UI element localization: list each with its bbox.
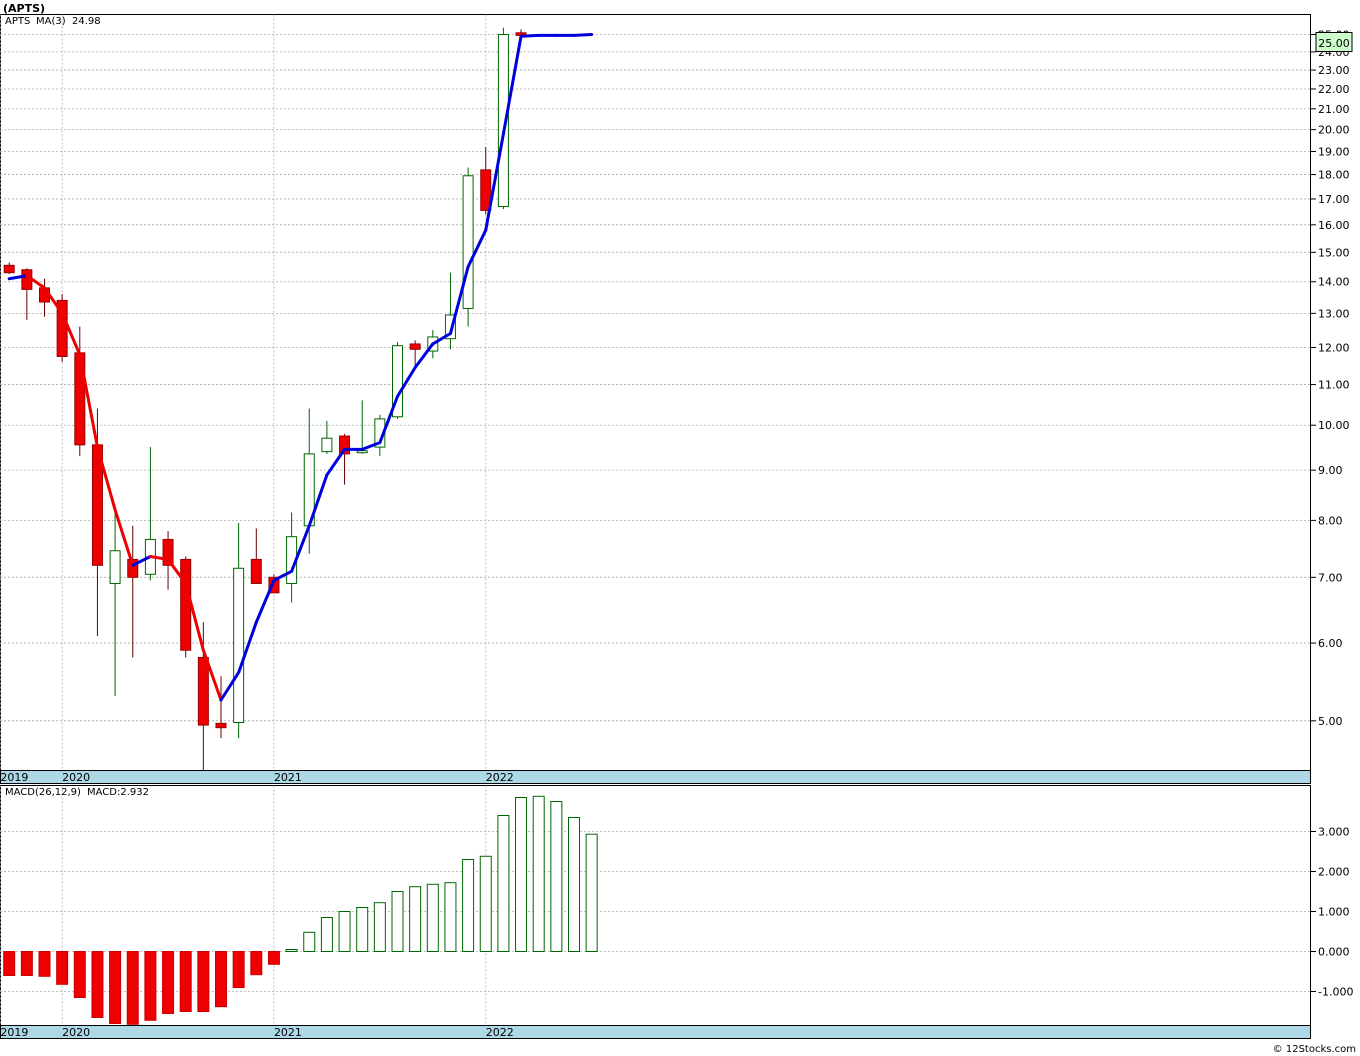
price-tick-label: 8.00	[1318, 514, 1343, 527]
price-legend-ma-value: 24.98	[72, 16, 101, 27]
price-tick-label: 16.00	[1318, 219, 1350, 232]
macd-bar	[303, 931, 316, 952]
macd-bar	[215, 951, 227, 1008]
price-tick-label: 19.00	[1318, 146, 1350, 159]
macd-bar	[162, 951, 175, 1014]
macd-tick-label: -1.000	[1318, 986, 1353, 999]
price-tick-label: 22.00	[1318, 83, 1350, 96]
macd-bar	[515, 797, 528, 952]
price-x-label: 2021	[274, 771, 302, 784]
watermark: © 12Stocks.com	[1273, 1044, 1356, 1055]
symbol-title: (APTS)	[3, 2, 45, 15]
macd-bar	[285, 949, 298, 952]
candle-body	[3, 264, 15, 274]
macd-date-strip	[0, 1025, 1311, 1039]
price-tick-label: 20.00	[1318, 124, 1350, 137]
candle-body	[356, 450, 368, 454]
macd-bar	[232, 951, 245, 988]
price-tick-label: 13.00	[1318, 307, 1350, 320]
macd-plot-area	[0, 785, 1311, 1026]
price-tick-label: 6.00	[1318, 637, 1343, 650]
stock-chart: (APTS) 5.00 6.00 7.00 8.00 9.00 10.00 11.00 12.…	[0, 2, 1356, 1055]
price-x-label: 2020	[62, 771, 90, 784]
macd-bar	[144, 951, 157, 1021]
candle-body	[321, 437, 333, 453]
macd-bar	[585, 833, 598, 952]
macd-bar	[197, 951, 210, 1012]
macd-bar	[532, 795, 545, 952]
macd-bar	[550, 801, 563, 952]
macd-bar	[250, 951, 263, 976]
price-tick-label: 12.00	[1318, 341, 1350, 354]
macd-legend-name: MACD(26,12,9)	[5, 787, 81, 798]
price-tick-label: 9.00	[1318, 464, 1343, 477]
candle-body	[109, 550, 121, 584]
macd-bar	[267, 951, 280, 965]
price-tick-label: 10.00	[1318, 419, 1350, 432]
price-date-strip	[0, 770, 1311, 784]
macd-legend-value: MACD:2.932	[87, 787, 149, 798]
macd-bar	[109, 951, 122, 1024]
macd-tick-label: 0.000	[1318, 946, 1350, 959]
macd-bar	[38, 951, 51, 977]
macd-x-label: 2022	[486, 1026, 514, 1039]
candle-body	[250, 558, 262, 584]
macd-panel: -1.000 0.000 1.000 2.000 3.000 MACD(26,12,9)…	[0, 785, 1353, 1039]
ma-segment	[519, 33, 541, 38]
price-tick-label: 15.00	[1318, 246, 1350, 259]
price-legend-ma: MA(3)	[36, 16, 66, 27]
macd-y-axis: -1.000 0.000 1.000 2.000 3.000	[1310, 826, 1353, 999]
price-plot-area	[0, 14, 1311, 771]
price-tick-label: 21.00	[1318, 103, 1350, 116]
macd-bar	[3, 951, 16, 976]
price-x-label: 2022	[486, 771, 514, 784]
macd-tick-label: 3.000	[1318, 826, 1350, 839]
price-tick-label: 14.00	[1318, 276, 1350, 289]
price-tick-label: 7.00	[1318, 571, 1343, 584]
macd-bar	[320, 917, 333, 952]
candle-body	[180, 558, 192, 651]
macd-tick-label: 1.000	[1318, 906, 1350, 919]
price-tick-label: 23.00	[1318, 64, 1350, 77]
macd-tick-label: 2.000	[1318, 866, 1350, 879]
macd-x-label: 2019	[0, 1026, 28, 1039]
ma-segment	[572, 32, 594, 37]
price-tick-label: 5.00	[1318, 715, 1343, 728]
macd-bar	[479, 855, 492, 952]
macd-x-label: 2020	[62, 1026, 90, 1039]
macd-bar	[338, 911, 351, 952]
macd-bar	[179, 951, 192, 1012]
price-panel: 5.00 6.00 7.00 8.00 9.00 10.00 11.00 12.00 13.00…	[0, 14, 1353, 784]
price-x-label: 2019	[0, 771, 28, 784]
candle-body	[197, 657, 209, 726]
candle	[180, 556, 192, 658]
candle	[56, 294, 68, 362]
price-tick-label: 18.00	[1318, 169, 1350, 182]
price-legend-ticker: APTS	[5, 16, 30, 27]
candle-body	[215, 722, 227, 729]
macd-bar	[568, 817, 580, 952]
macd-bar	[126, 951, 139, 1025]
price-y-axis: 5.00 6.00 7.00 8.00 9.00 10.00 11.00 12.00 13.00…	[1310, 28, 1350, 728]
macd-bar	[391, 891, 404, 952]
candle-body	[233, 567, 245, 724]
price-tick-label: 17.00	[1318, 193, 1350, 206]
candle	[462, 167, 474, 327]
macd-bar	[20, 951, 33, 976]
last-price-label: 25.00	[1318, 37, 1350, 50]
macd-bar	[409, 886, 422, 953]
macd-bar	[56, 951, 69, 985]
macd-bar	[462, 859, 475, 952]
macd-bar	[373, 902, 386, 953]
macd-bar	[356, 907, 369, 952]
candle-body	[462, 175, 474, 309]
macd-bar	[73, 951, 86, 998]
macd-x-label: 2021	[274, 1026, 302, 1039]
macd-bar	[497, 815, 510, 952]
price-tick-label: 11.00	[1318, 379, 1350, 392]
macd-bar	[444, 882, 457, 953]
candle-body	[409, 343, 421, 350]
macd-bar	[91, 951, 104, 1018]
macd-bar	[426, 883, 439, 952]
